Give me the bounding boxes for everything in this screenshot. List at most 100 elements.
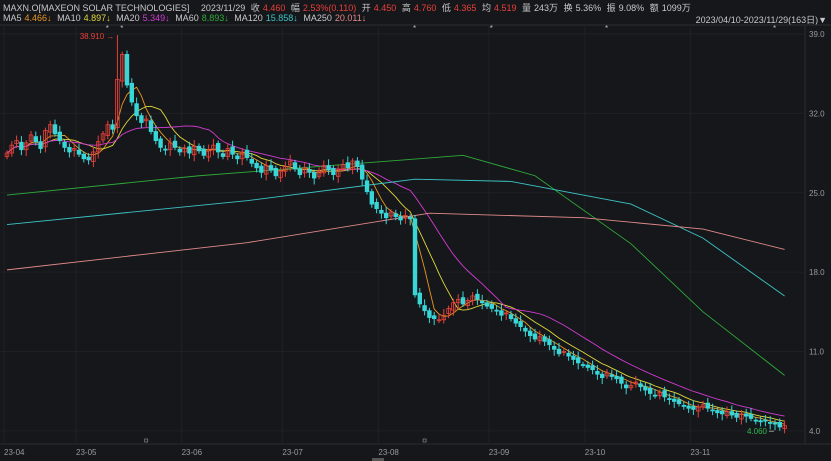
- candle: [182, 144, 187, 157]
- event-flag-icon: [422, 438, 427, 443]
- candle: [9, 141, 14, 157]
- candle: [211, 138, 216, 156]
- y-tick-label: 32.0: [809, 109, 825, 118]
- candle-body: [494, 309, 499, 312]
- candle: [374, 198, 379, 214]
- candle-body: [230, 146, 235, 155]
- candle: [167, 137, 173, 157]
- candle-body: [38, 141, 43, 149]
- ma20-line: [6, 125, 785, 417]
- candle: [580, 361, 586, 368]
- candle: [681, 401, 686, 410]
- candle: [518, 315, 523, 332]
- candle-body: [81, 153, 86, 160]
- candle-body: [556, 348, 562, 355]
- event-star-icon: *: [490, 24, 493, 33]
- min-price-label: 4.060: [747, 427, 768, 436]
- candle-body: [355, 160, 360, 168]
- candle-body: [52, 124, 58, 135]
- candle-body: [379, 209, 384, 214]
- candle-body: [431, 315, 437, 320]
- candle-body: [571, 355, 576, 360]
- candle-body: [763, 419, 768, 422]
- candle-body: [532, 333, 538, 340]
- candle-body: [196, 145, 202, 152]
- candle: [648, 383, 653, 400]
- candle: [532, 328, 538, 342]
- x-tick-label: 23-11: [690, 448, 710, 457]
- x-tick-label: 23-05: [76, 448, 97, 457]
- candle-body: [576, 357, 581, 364]
- candle-body: [705, 402, 710, 409]
- candle: [724, 406, 730, 419]
- candle-body: [460, 297, 466, 305]
- y-tick-label: 4.0: [809, 427, 821, 436]
- candle-body: [124, 54, 130, 86]
- candle-body: [547, 339, 552, 346]
- candle: [19, 136, 24, 156]
- candle: [499, 304, 504, 321]
- candle-body: [600, 373, 605, 379]
- candle-body: [768, 421, 773, 424]
- candle-body: [297, 168, 302, 176]
- candle: [91, 146, 96, 168]
- candle-body: [412, 218, 418, 296]
- candle-body: [777, 421, 782, 428]
- candlestick-chart[interactable]: 39.0 32.0 25.0 18.0 11.0 4.0 23-04 23-05 23-06 23…: [0, 0, 831, 461]
- candle: [729, 405, 734, 419]
- candle-body: [542, 336, 547, 342]
- candle-body: [139, 115, 144, 123]
- candle: [672, 392, 677, 408]
- candle-body: [523, 327, 528, 332]
- candle: [479, 294, 485, 310]
- candle: [201, 145, 206, 160]
- candle-body: [417, 292, 422, 305]
- candle: [422, 299, 427, 316]
- candle: [475, 289, 480, 305]
- candle-body: [513, 318, 518, 324]
- event-star-icon: *: [413, 24, 416, 33]
- candle: [326, 159, 331, 175]
- candle-body: [614, 376, 619, 380]
- candle: [624, 381, 629, 395]
- candle: [96, 135, 101, 159]
- candle: [76, 143, 82, 158]
- candle-body: [326, 165, 331, 171]
- candle: [619, 374, 624, 389]
- candle: [705, 398, 710, 412]
- candle: [215, 140, 221, 159]
- candle-body: [566, 352, 571, 357]
- candle-body: [499, 310, 504, 316]
- candle: [244, 145, 250, 161]
- candle-body: [648, 387, 653, 394]
- candle-body: [307, 169, 312, 173]
- candle-body: [715, 410, 720, 414]
- candle-body: [383, 212, 389, 219]
- candle: [576, 351, 581, 370]
- candle-body: [595, 370, 600, 375]
- candle-body: [681, 404, 686, 407]
- candle-body: [292, 162, 298, 170]
- candle: [259, 162, 264, 178]
- candle-body: [585, 364, 590, 368]
- candle: [105, 120, 110, 140]
- candle: [129, 78, 134, 106]
- candle-body: [153, 131, 158, 141]
- candle-body: [590, 365, 595, 371]
- candle-body: [398, 216, 403, 221]
- x-tick-label: 23-07: [282, 448, 303, 457]
- x-tick-label: 23-10: [585, 448, 606, 457]
- candle-body: [484, 302, 490, 307]
- candle-body: [758, 420, 763, 423]
- candle-body: [268, 165, 274, 171]
- candle-body: [249, 158, 254, 164]
- candle-body: [345, 162, 350, 169]
- candle: [206, 144, 211, 162]
- candle: [604, 369, 610, 379]
- candle-body: [676, 399, 682, 405]
- candle: [335, 164, 341, 183]
- candle: [148, 115, 154, 135]
- candle-body: [686, 405, 691, 409]
- candle: [748, 408, 754, 422]
- candle-body: [259, 165, 264, 173]
